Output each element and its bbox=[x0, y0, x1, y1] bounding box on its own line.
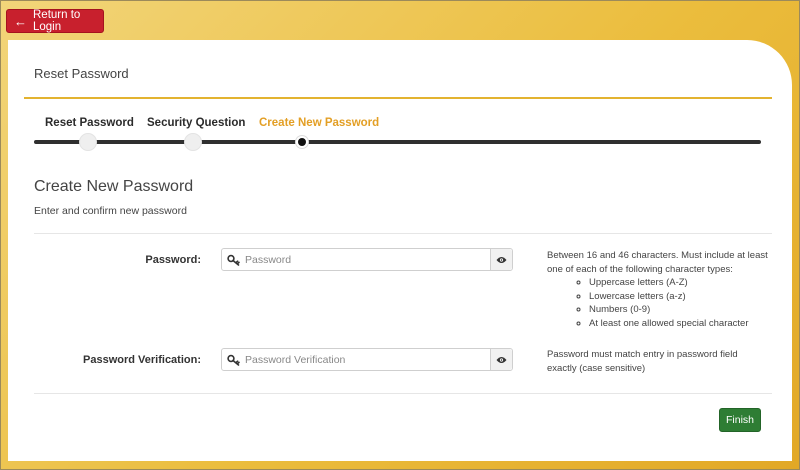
card-title: Reset Password bbox=[34, 66, 129, 81]
form-divider-bottom bbox=[34, 393, 772, 394]
section-subtitle: Enter and confirm new password bbox=[34, 205, 187, 217]
show-verification-button[interactable] bbox=[490, 349, 512, 370]
step-reset-password: Reset Password bbox=[45, 117, 134, 129]
step-create-new-password: Create New Password bbox=[259, 117, 380, 129]
arrow-left-icon: ← bbox=[14, 13, 27, 29]
password-label: Password: bbox=[145, 254, 201, 266]
password-verification-input[interactable] bbox=[242, 349, 490, 370]
return-to-login-button[interactable]: ← Return to Login bbox=[6, 9, 104, 33]
key-icon bbox=[222, 349, 242, 370]
password-requirements: Between 16 and 46 characters. Must inclu… bbox=[547, 249, 772, 330]
password-verification-input-group bbox=[221, 348, 513, 371]
password-requirements-list: Uppercase letters (A-Z) Lowercase letter… bbox=[589, 276, 772, 330]
return-to-login-label: Return to Login bbox=[33, 9, 81, 33]
password-requirements-intro: Between 16 and 46 characters. Must inclu… bbox=[547, 250, 768, 275]
section-title: Create New Password bbox=[34, 178, 194, 195]
rule-special-character: At least one allowed special character bbox=[589, 317, 772, 331]
step-dot-security-question bbox=[184, 133, 202, 151]
key-icon bbox=[222, 249, 242, 270]
eye-icon bbox=[496, 256, 507, 263]
rule-uppercase: Uppercase letters (A-Z) bbox=[589, 276, 772, 290]
password-verification-help: Password must match entry in password fi… bbox=[547, 349, 738, 374]
password-input-group bbox=[221, 248, 513, 271]
password-input[interactable] bbox=[242, 249, 490, 270]
form-divider-top bbox=[34, 233, 772, 234]
step-dot-reset-password bbox=[79, 133, 97, 151]
step-dot-create-new-password bbox=[296, 136, 308, 148]
rule-numbers: Numbers (0-9) bbox=[589, 303, 772, 317]
eye-icon bbox=[496, 356, 507, 363]
step-security-question: Security Question bbox=[147, 117, 246, 129]
rule-lowercase: Lowercase letters (a-z) bbox=[589, 290, 772, 304]
finish-button[interactable]: Finish bbox=[719, 408, 761, 432]
show-password-button[interactable] bbox=[490, 249, 512, 270]
title-divider bbox=[24, 97, 772, 99]
reset-password-card: Reset Password Reset Password Security Q… bbox=[8, 40, 792, 461]
password-verification-label: Password Verification: bbox=[83, 354, 201, 366]
stepper-track bbox=[34, 140, 761, 144]
